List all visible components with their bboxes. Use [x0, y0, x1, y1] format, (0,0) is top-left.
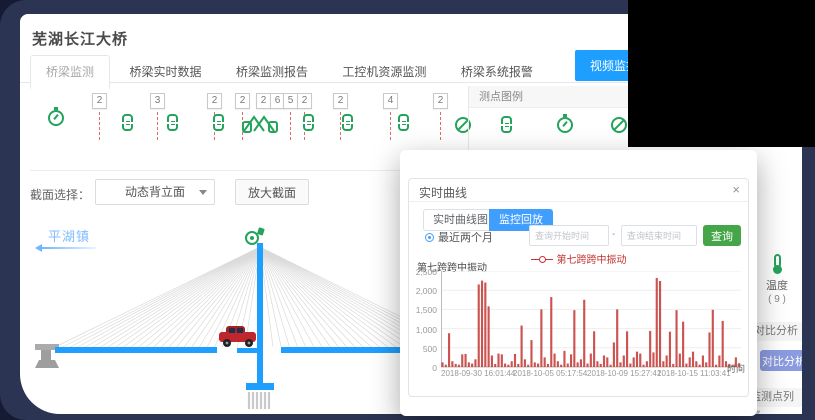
sensor-badge: 2: [297, 93, 312, 109]
range-radio[interactable]: 最近两个月: [425, 229, 493, 245]
y-axis-tick: 2,000: [409, 286, 437, 296]
sensor-badge: 2: [433, 93, 448, 109]
legend-marker-icon: [531, 259, 553, 260]
sensor-badge: 5: [283, 93, 298, 109]
sensor-dash-line: [157, 112, 158, 140]
vibration-chart-svg: [441, 271, 741, 368]
sensor-badge: 3: [150, 93, 165, 109]
x-axis-tick: 2018-09-30 16:01:44: [441, 369, 515, 378]
sensor-dash-line: [440, 112, 441, 140]
black-overlay-block: [628, 0, 815, 147]
search-button[interactable]: 查询: [703, 225, 741, 246]
bridge-deck: [55, 347, 217, 353]
sensor-dash-line: [290, 112, 291, 140]
chain-sensor-icon[interactable]: [167, 114, 178, 131]
sensor-dash-line: [99, 112, 100, 140]
x-axis-tick: 2018-10-05 05:17:54: [513, 369, 587, 378]
camera-icon[interactable]: [246, 227, 265, 244]
chain-sensor-icon[interactable]: [213, 114, 224, 131]
sensor-badge: 2: [333, 93, 348, 109]
temperature-label: 温度: [753, 277, 801, 293]
sensor-badge: 4: [383, 93, 398, 109]
bridge-diagram: [25, 225, 465, 414]
bridge-section-sensor-icon[interactable]: [241, 110, 279, 134]
y-axis-tick: 1,000: [409, 325, 437, 335]
chain-sensor-icon[interactable]: [342, 114, 353, 131]
close-icon[interactable]: ×: [732, 182, 740, 197]
x-axis-title: 时间: [727, 362, 745, 375]
y-axis-tick: 2,500: [409, 267, 437, 277]
chain-legend-icon: [501, 116, 512, 133]
section-select-value: 动态背立面: [125, 185, 185, 199]
dialog-header: 实时曲线 ×: [409, 179, 748, 202]
range-separator: -: [612, 229, 615, 240]
radio-icon: [425, 233, 434, 242]
bridge-pier-cap: [246, 383, 274, 390]
ban-legend-icon: [611, 117, 627, 133]
chain-sensor-icon[interactable]: [303, 114, 314, 131]
car-illustration: [219, 326, 256, 347]
section-select-label: 截面选择：: [30, 186, 90, 203]
sensor-badge: 2: [92, 93, 107, 109]
end-time-input[interactable]: [621, 225, 697, 246]
curve-dialog: 实时曲线 × 实时曲线图 监控回放 最近两个月 - 查询 第七跨跨中振动 第七跨…: [408, 178, 749, 397]
section-select-dropdown[interactable]: 动态背立面: [95, 179, 215, 205]
sensor-dash-line: [390, 112, 391, 140]
thermometer-icon: [774, 254, 781, 268]
chevron-down-icon: [199, 190, 207, 195]
sensor-badge: 2: [235, 93, 250, 109]
temperature-count: ( 9 ): [753, 294, 801, 305]
realtime-curve-modal: 实时曲线 × 实时曲线图 监控回放 最近两个月 - 查询 第七跨跨中振动 第七跨…: [400, 150, 757, 416]
x-axis-tick: 2018-10-15 11:03:41: [657, 369, 731, 378]
y-axis-tick: 0: [409, 363, 437, 373]
compare-analysis-button[interactable]: 对比分析: [760, 350, 802, 371]
y-axis-tick: 1,500: [409, 305, 437, 315]
sensor-badge: 2: [207, 93, 222, 109]
tab-realtime-curve[interactable]: 实时曲线图: [423, 209, 498, 231]
chain-sensor-icon[interactable]: [398, 114, 409, 131]
y-axis-tick: 500: [409, 344, 437, 354]
stopwatch-icon[interactable]: [48, 110, 64, 126]
sensor-dash-line: [340, 112, 341, 140]
enlarge-section-button[interactable]: 放大截面: [235, 179, 309, 205]
bridge-pier-piles: [249, 392, 269, 409]
bridge-tower: [257, 243, 263, 389]
stopwatch-legend-icon: [557, 117, 573, 133]
chain-sensor-icon[interactable]: [122, 114, 133, 131]
start-time-input[interactable]: [529, 225, 609, 246]
x-axis-tick: 2018-10-09 15:27:41: [587, 369, 661, 378]
dialog-title: 实时曲线: [419, 184, 467, 201]
sidebar-temperature-item[interactable]: 温度 ( 9 ): [753, 254, 801, 305]
legend-label: 第七跨跨中振动: [557, 255, 627, 266]
page-background: 芜湖长江大桥 桥梁监测 桥梁实时数据 桥梁监测报告 工控机资源监测 桥梁系统报警…: [0, 0, 815, 420]
range-radio-label: 最近两个月: [438, 232, 493, 244]
sensor-badge: 2: [256, 93, 271, 109]
